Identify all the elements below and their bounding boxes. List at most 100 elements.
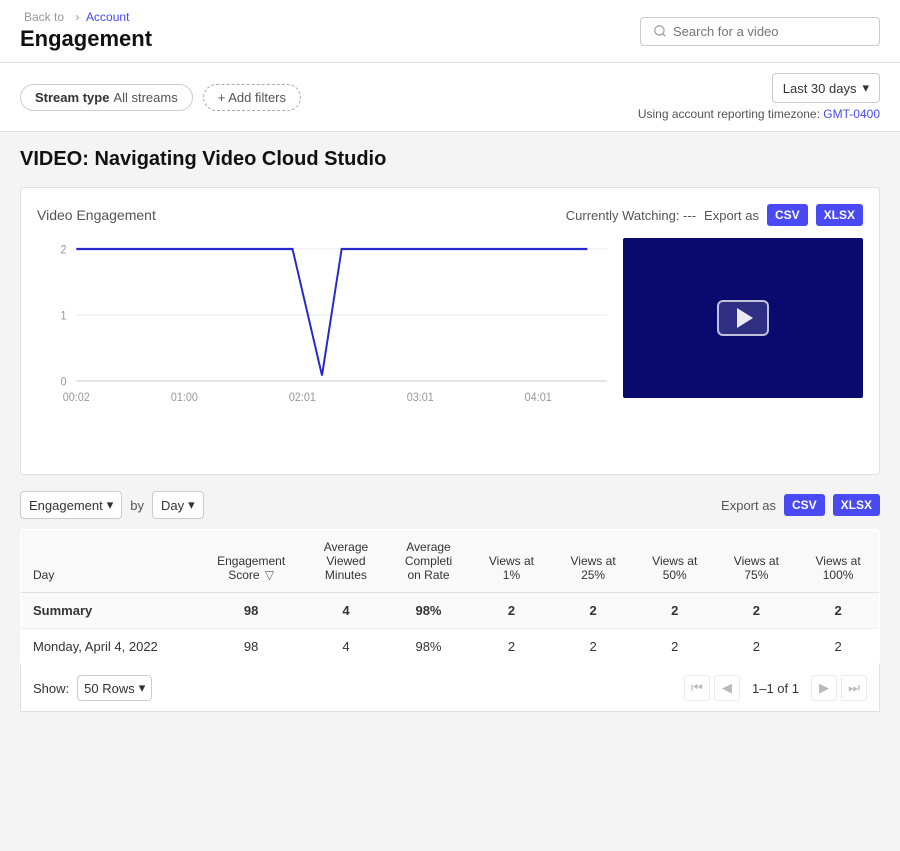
- svg-text:01:00: 01:00: [171, 391, 198, 404]
- page-title: Engagement: [20, 26, 152, 52]
- summary-views-50: 2: [634, 593, 716, 629]
- timezone-info: Using account reporting timezone: GMT-04…: [638, 107, 880, 121]
- play-button[interactable]: [717, 300, 769, 336]
- top-header: Back to › Account Engagement: [0, 0, 900, 63]
- svg-text:00:02: 00:02: [63, 391, 90, 404]
- summary-views-25: 2: [552, 593, 634, 629]
- col-views-50: Views at50%: [634, 530, 716, 593]
- period-label: Day: [161, 498, 184, 513]
- title-section: Back to › Account Engagement: [20, 10, 152, 52]
- summary-engagement: 98: [197, 593, 306, 629]
- summary-avg-completion: 98%: [386, 593, 470, 629]
- show-label: Show:: [33, 681, 69, 696]
- search-input[interactable]: [673, 24, 867, 39]
- table-controls-left: Engagement ▾ by Day ▾: [20, 491, 204, 519]
- last-page-button[interactable]: ⏭: [841, 675, 867, 701]
- prev-page-button[interactable]: ◀: [714, 675, 740, 701]
- chart-card: Video Engagement Currently Watching: ---…: [20, 187, 880, 475]
- svg-text:03:01: 03:01: [407, 391, 434, 404]
- rows-per-page-value: 50 Rows: [84, 681, 135, 696]
- metric-select[interactable]: Engagement ▾: [20, 491, 122, 519]
- filters-right: Last 30 days ▾ Using account reporting t…: [638, 73, 880, 121]
- col-views-100: Views at100%: [797, 530, 879, 593]
- timezone-link[interactable]: GMT-0400: [823, 107, 880, 121]
- summary-day: Summary: [21, 593, 197, 629]
- breadcrumb: Back to › Account: [20, 10, 152, 24]
- col-views-75: Views at75%: [716, 530, 798, 593]
- row-views-1: 2: [471, 629, 553, 665]
- svg-text:0: 0: [60, 376, 66, 389]
- search-bar[interactable]: [640, 17, 880, 46]
- summary-avg-min: 4: [306, 593, 387, 629]
- show-rows: Show: 50 Rows ▾: [33, 675, 152, 701]
- row-avg-min: 4: [306, 629, 387, 665]
- page-info: 1–1 of 1: [744, 681, 807, 696]
- date-range-label: Last 30 days: [783, 81, 857, 96]
- svg-text:2: 2: [60, 244, 66, 257]
- period-select[interactable]: Day ▾: [152, 491, 204, 519]
- rows-per-page-select[interactable]: 50 Rows ▾: [77, 675, 152, 701]
- filters-bar: Stream type All streams + Add filters La…: [0, 63, 900, 132]
- video-title: VIDEO: Navigating Video Cloud Studio: [20, 148, 880, 171]
- table-row: Monday, April 4, 2022 98 4 98% 2 2 2 2 2: [21, 629, 880, 665]
- table-export-xlsx-button[interactable]: XLSX: [833, 494, 880, 516]
- col-avg-completion: AverageCompletion Rate: [386, 530, 470, 593]
- row-avg-completion: 98%: [386, 629, 470, 665]
- stream-type-button[interactable]: Stream type All streams: [20, 84, 193, 111]
- add-filters-button[interactable]: + Add filters: [203, 84, 301, 111]
- main-content: VIDEO: Navigating Video Cloud Studio Vid…: [0, 132, 900, 728]
- row-engagement: 98: [197, 629, 306, 665]
- col-views-1: Views at1%: [471, 530, 553, 593]
- rows-chevron-icon: ▾: [139, 680, 146, 696]
- chart-area: 2 1 0 00:02 01:00 02:01 03:01 04:01: [37, 238, 607, 458]
- row-views-100: 2: [797, 629, 879, 665]
- row-views-50: 2: [634, 629, 716, 665]
- export-csv-button[interactable]: CSV: [767, 204, 808, 226]
- first-page-button[interactable]: ⏮: [684, 675, 710, 701]
- stream-type-value: All streams: [113, 90, 177, 105]
- watching-label: Currently Watching: ---: [566, 208, 696, 223]
- chart-svg: 2 1 0 00:02 01:00 02:01 03:01 04:01: [37, 238, 607, 458]
- table-controls: Engagement ▾ by Day ▾ Export as CSV XLSX: [20, 491, 880, 519]
- next-page-button[interactable]: ▶: [811, 675, 837, 701]
- pagination-bar: Show: 50 Rows ▾ ⏮ ◀ 1–1 of 1 ▶ ⏭: [20, 665, 880, 712]
- account-link[interactable]: Account: [86, 10, 129, 24]
- table-export-label: Export as: [721, 498, 776, 513]
- period-chevron-icon: ▾: [188, 497, 195, 513]
- row-views-75: 2: [716, 629, 798, 665]
- export-xlsx-button[interactable]: XLSX: [816, 204, 863, 226]
- video-thumbnail[interactable]: [623, 238, 863, 398]
- play-icon: [737, 308, 753, 328]
- date-range-chevron-icon: ▾: [862, 80, 869, 96]
- summary-row: Summary 98 4 98% 2 2 2 2 2: [21, 593, 880, 629]
- col-views-25: Views at25%: [552, 530, 634, 593]
- col-engagement-score[interactable]: EngagementScore ▽: [197, 530, 306, 593]
- metric-label: Engagement: [29, 498, 103, 513]
- summary-views-1: 2: [471, 593, 553, 629]
- col-day: Day: [21, 530, 197, 593]
- table-export-actions: Export as CSV XLSX: [721, 494, 880, 516]
- svg-text:04:01: 04:01: [525, 391, 552, 404]
- col-avg-viewed-min: AverageViewedMinutes: [306, 530, 387, 593]
- by-label: by: [130, 498, 144, 513]
- table-header-row: Day EngagementScore ▽ AverageViewedMinut…: [21, 530, 880, 593]
- timezone-prefix: Using account reporting timezone:: [638, 107, 820, 121]
- data-table: Day EngagementScore ▽ AverageViewedMinut…: [20, 529, 880, 665]
- export-label: Export as: [704, 208, 759, 223]
- back-text: Back to: [24, 10, 64, 24]
- metric-chevron-icon: ▾: [107, 497, 114, 513]
- pagination-controls: ⏮ ◀ 1–1 of 1 ▶ ⏭: [684, 675, 867, 701]
- search-icon: [653, 24, 667, 38]
- summary-views-100: 2: [797, 593, 879, 629]
- stream-type-label: Stream type: [35, 90, 109, 105]
- svg-text:1: 1: [60, 310, 66, 323]
- svg-text:02:01: 02:01: [289, 391, 316, 404]
- row-day: Monday, April 4, 2022: [21, 629, 197, 665]
- table-export-csv-button[interactable]: CSV: [784, 494, 825, 516]
- filters-left: Stream type All streams + Add filters: [20, 84, 301, 111]
- chart-header: Video Engagement Currently Watching: ---…: [37, 204, 863, 226]
- sort-icon: ▽: [265, 568, 274, 582]
- breadcrumb-separator: ›: [75, 10, 79, 24]
- chart-title: Video Engagement: [37, 207, 156, 223]
- date-range-select[interactable]: Last 30 days ▾: [772, 73, 880, 103]
